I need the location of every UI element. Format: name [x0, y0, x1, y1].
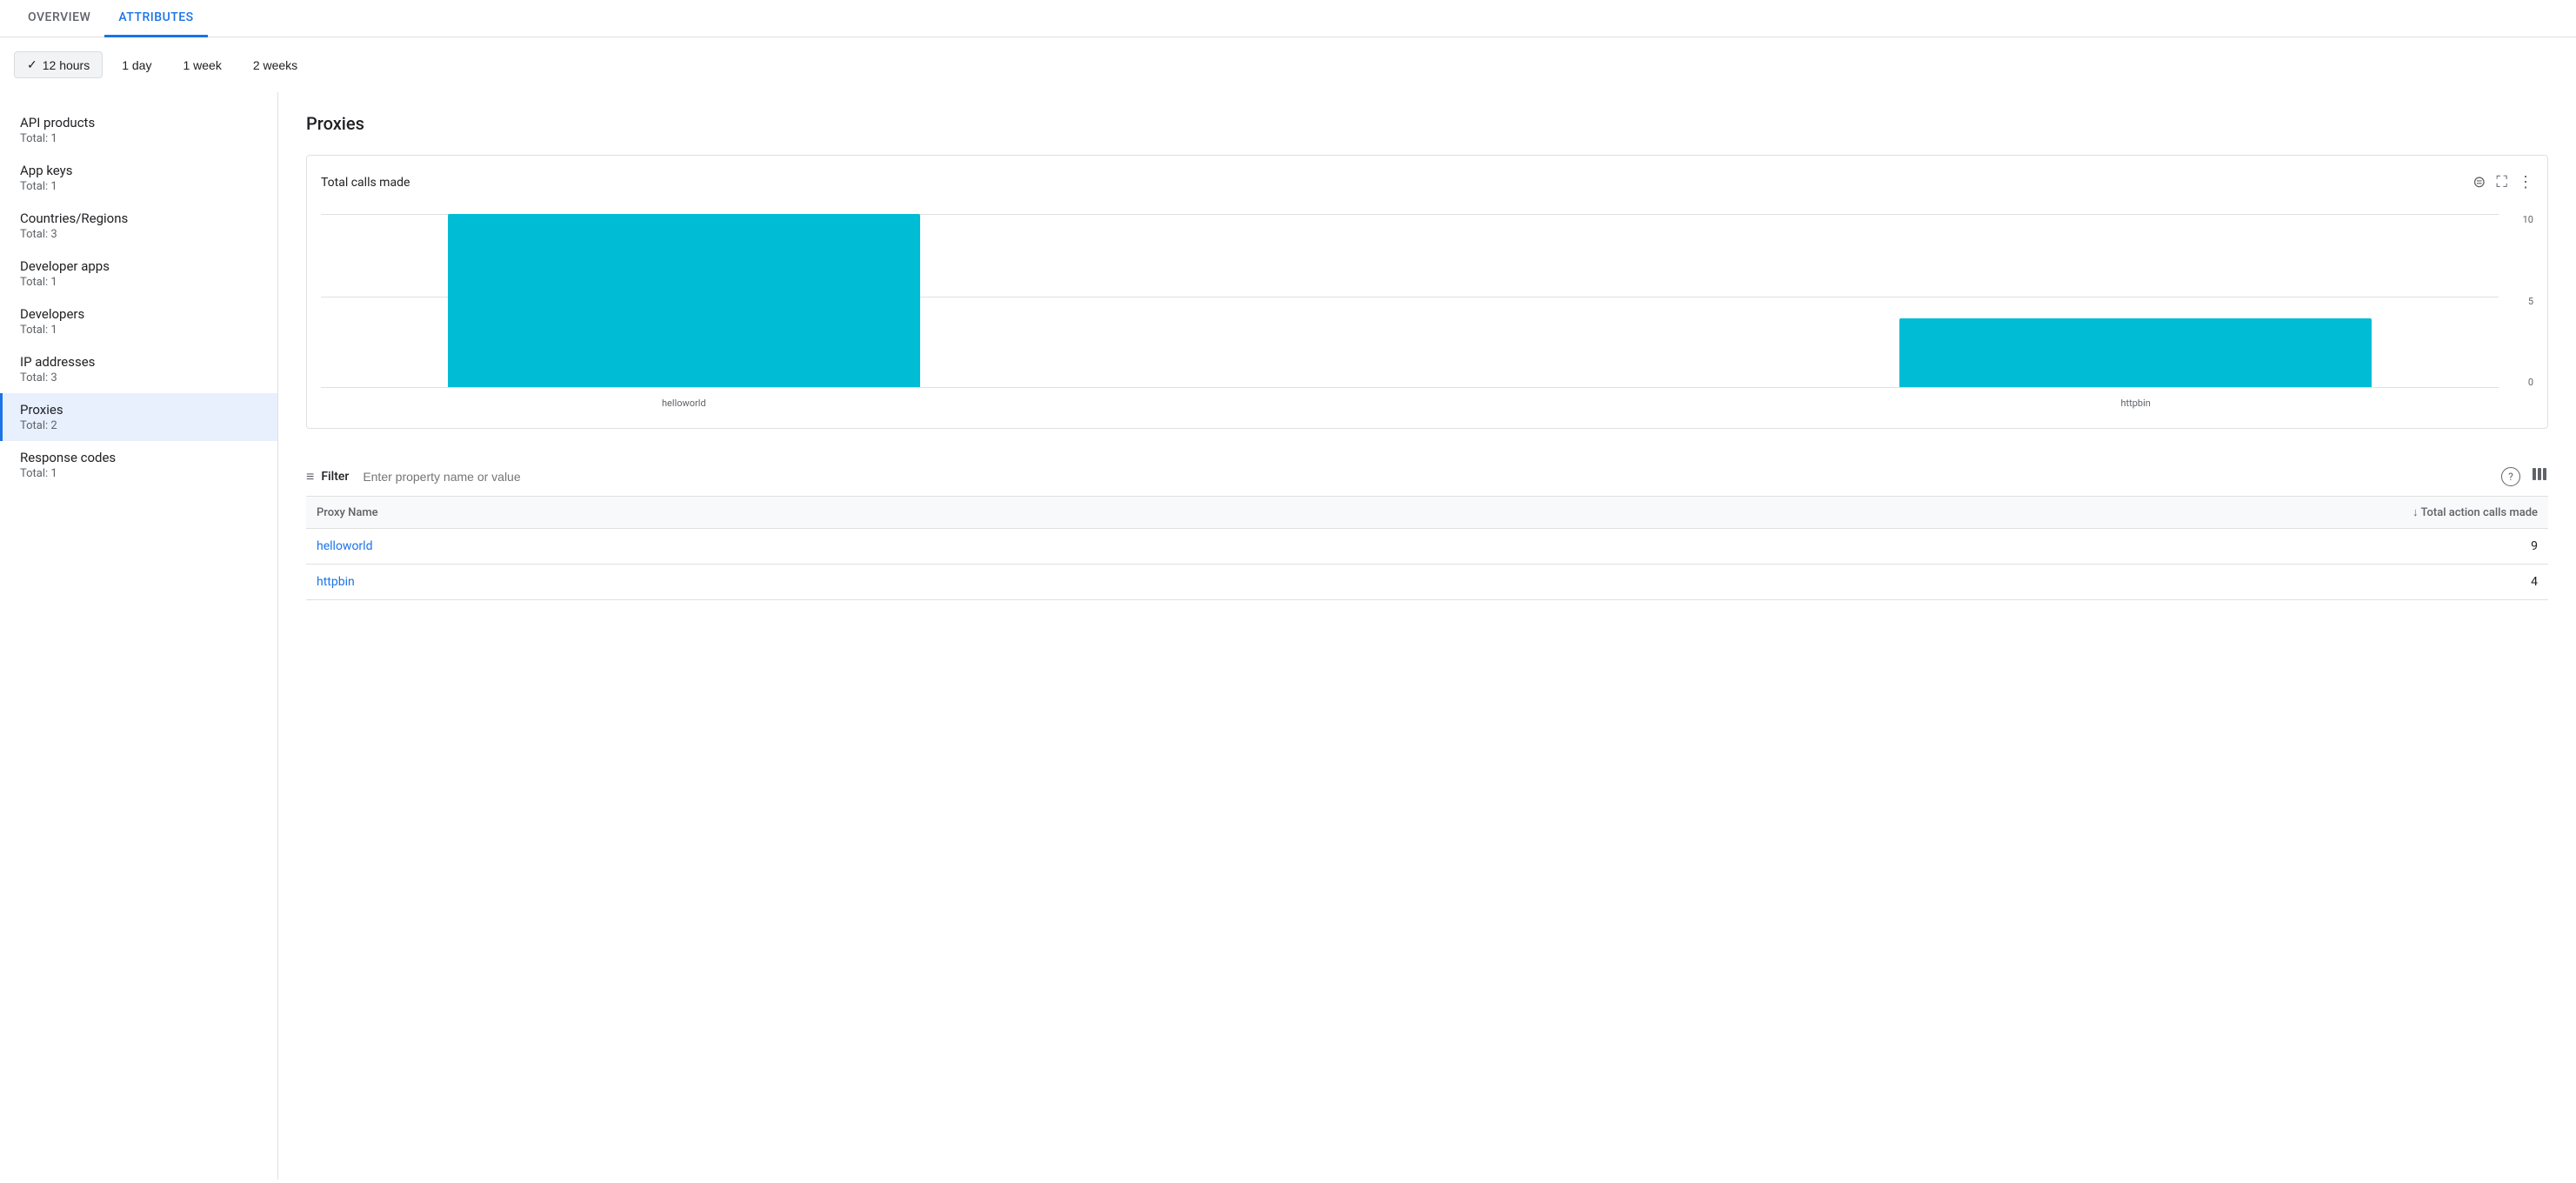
col-header-proxy-name[interactable]: Proxy Name: [306, 497, 1114, 529]
filter-icon: ≡: [306, 468, 314, 485]
sidebar-item-subtitle: Total: 1: [20, 467, 260, 480]
cell-proxy-name-helloworld: helloworld: [306, 529, 1114, 565]
sidebar-item-title: Developers: [20, 306, 260, 322]
cell-calls-httpbin: 4: [1114, 565, 2548, 600]
time-btn-1day[interactable]: 1 day: [110, 53, 164, 77]
cell-proxy-name-httpbin: httpbin: [306, 565, 1114, 600]
sidebar-item-subtitle: Total: 1: [20, 180, 260, 193]
bars-area: [321, 214, 2499, 388]
sidebar-item-app-keys[interactable]: App keys Total: 1: [0, 154, 277, 202]
sidebar-item-subtitle: Total: 2: [20, 419, 260, 432]
proxies-table: Proxy Name ↓ Total action calls made hel…: [306, 497, 2548, 600]
sidebar-item-title: App keys: [20, 163, 260, 178]
sidebar-item-title: Proxies: [20, 402, 260, 418]
sidebar-item-subtitle: Total: 3: [20, 228, 260, 241]
chart-header: Total calls made ⊜ ⛶ ⋮: [321, 173, 2533, 191]
y-axis: 10 5 0: [2507, 214, 2533, 388]
bar-group-httpbin: [1772, 214, 2499, 388]
sidebar-item-proxies[interactable]: Proxies Total: 2: [0, 393, 277, 441]
table-header-row: Proxy Name ↓ Total action calls made: [306, 497, 2548, 529]
sidebar-item-subtitle: Total: 1: [20, 132, 260, 145]
sidebar: API products Total: 1 App keys Total: 1 …: [0, 92, 278, 1180]
filter-actions: ?: [2501, 465, 2548, 487]
tab-overview[interactable]: OVERVIEW: [14, 0, 104, 37]
download-chart-icon[interactable]: ⊜: [2473, 173, 2486, 191]
filter-input[interactable]: [356, 466, 2494, 487]
sidebar-item-title: Countries/Regions: [20, 211, 260, 226]
bar-chart-container: 10 5 0: [321, 205, 2533, 414]
x-axis-labels: helloworld httpbin: [321, 398, 2499, 409]
time-btn-1week[interactable]: 1 week: [170, 53, 233, 77]
expand-chart-icon[interactable]: ⛶: [2496, 173, 2507, 191]
y-label-10: 10: [2523, 214, 2533, 225]
main-layout: API products Total: 1 App keys Total: 1 …: [0, 92, 2576, 1180]
sidebar-item-developer-apps[interactable]: Developer apps Total: 1: [0, 250, 277, 297]
check-icon: ✓: [27, 57, 37, 72]
col-header-total-calls[interactable]: ↓ Total action calls made: [1114, 497, 2548, 529]
more-chart-icon[interactable]: ⋮: [2518, 173, 2533, 191]
filter-label: Filter: [321, 470, 349, 484]
time-btn-2weeks[interactable]: 2 weeks: [241, 53, 310, 77]
sidebar-item-ip-addresses[interactable]: IP addresses Total: 3: [0, 345, 277, 393]
x-axis-line: [321, 387, 2499, 388]
sidebar-item-title: Response codes: [20, 450, 260, 465]
y-label-5: 5: [2528, 296, 2533, 307]
y-label-0: 0: [2528, 377, 2533, 388]
sidebar-item-api-products[interactable]: API products Total: 1: [0, 106, 277, 154]
cell-calls-helloworld: 9: [1114, 529, 2548, 565]
filter-table-section: ≡ Filter ? Prox: [306, 457, 2548, 600]
col-label-total-calls: Total action calls made: [2420, 506, 2538, 519]
x-label-httpbin: httpbin: [1772, 398, 2499, 409]
page-title: Proxies: [306, 113, 2548, 134]
sidebar-item-title: API products: [20, 115, 260, 130]
sidebar-item-response-codes[interactable]: Response codes Total: 1: [0, 441, 277, 489]
chart-title: Total calls made: [321, 176, 410, 190]
sidebar-item-subtitle: Total: 1: [20, 324, 260, 337]
bar-group-helloworld: [321, 214, 1047, 388]
content-area: Proxies Total calls made ⊜ ⛶ ⋮ 10 5 0: [278, 92, 2576, 1180]
sidebar-item-developers[interactable]: Developers Total: 1: [0, 297, 277, 345]
columns-svg: [2531, 465, 2548, 483]
sidebar-item-title: Developer apps: [20, 258, 260, 274]
x-label-helloworld: helloworld: [321, 398, 1047, 409]
chart-icons: ⊜ ⛶ ⋮: [2473, 173, 2533, 191]
bar-httpbin: [1899, 318, 2372, 388]
columns-icon[interactable]: [2531, 465, 2548, 487]
time-label-12hours: 12 hours: [43, 58, 90, 72]
sidebar-item-subtitle: Total: 1: [20, 276, 260, 289]
filter-bar: ≡ Filter ?: [306, 457, 2548, 497]
bar-helloworld: [448, 214, 920, 388]
link-helloworld[interactable]: helloworld: [317, 539, 372, 553]
link-httpbin[interactable]: httpbin: [317, 575, 355, 589]
table-row: httpbin 4: [306, 565, 2548, 600]
time-filter-bar: ✓ 12 hours 1 day 1 week 2 weeks: [0, 37, 2576, 92]
chart-card: Total calls made ⊜ ⛶ ⋮ 10 5 0: [306, 155, 2548, 429]
tab-attributes[interactable]: ATTRIBUTES: [104, 0, 207, 37]
top-nav: OVERVIEW ATTRIBUTES: [0, 0, 2576, 37]
sidebar-item-subtitle: Total: 3: [20, 371, 260, 384]
table-row: helloworld 9: [306, 529, 2548, 565]
sidebar-item-countries-regions[interactable]: Countries/Regions Total: 3: [0, 202, 277, 250]
sort-down-icon: ↓: [2412, 506, 2419, 519]
help-icon[interactable]: ?: [2501, 467, 2520, 486]
sidebar-item-title: IP addresses: [20, 354, 260, 370]
time-btn-12hours[interactable]: ✓ 12 hours: [14, 51, 103, 78]
